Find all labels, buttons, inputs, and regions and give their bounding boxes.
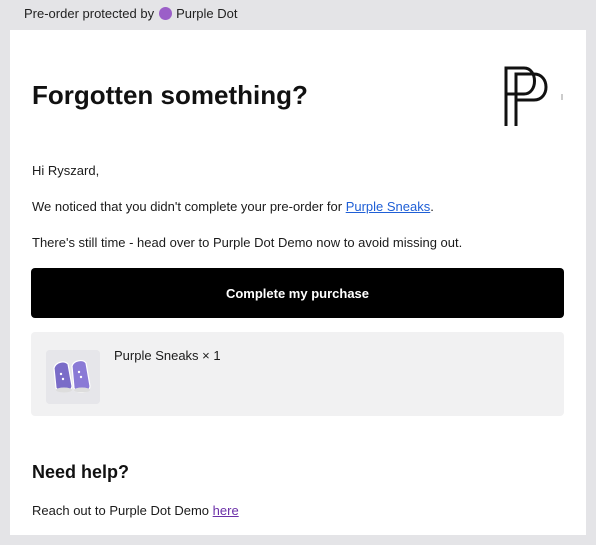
email-headline: Forgotten something?: [32, 80, 308, 110]
banner-prefix: Pre-order protected by: [24, 5, 155, 21]
product-link[interactable]: Purple Sneaks: [346, 199, 431, 214]
help-heading: Need help?: [32, 462, 130, 482]
sneakers-thumbnail-icon: [46, 350, 100, 404]
notice-text-end: .: [430, 199, 434, 214]
preorder-protection-banner: Pre-order protected by Purple Dot: [24, 4, 238, 22]
cart-item: Purple Sneaks × 1: [31, 332, 564, 416]
help-text-start: Reach out to Purple Dot Demo: [32, 503, 213, 518]
brand-logo-icon: [504, 66, 563, 126]
greeting-text: Hi Ryszard,: [32, 163, 100, 178]
sneakers-image: [46, 350, 100, 404]
purple-dot-logo-icon: [159, 6, 173, 20]
reminder-text: There's still time - head over to Purple…: [32, 235, 463, 250]
banner-brand: Purple Dot: [176, 5, 238, 21]
email-card: Forgotten something? Hi Ryszard, We noti…: [10, 30, 586, 535]
help-link[interactable]: here: [213, 503, 239, 518]
help-text: Reach out to Purple Dot Demo here: [32, 503, 239, 518]
notice-text-start: We noticed that you didn't complete your…: [32, 199, 346, 214]
complete-purchase-button[interactable]: Complete my purchase: [31, 268, 564, 318]
notice-text: We noticed that you didn't complete your…: [32, 199, 434, 215]
item-name: Purple Sneaks × 1: [114, 348, 221, 363]
